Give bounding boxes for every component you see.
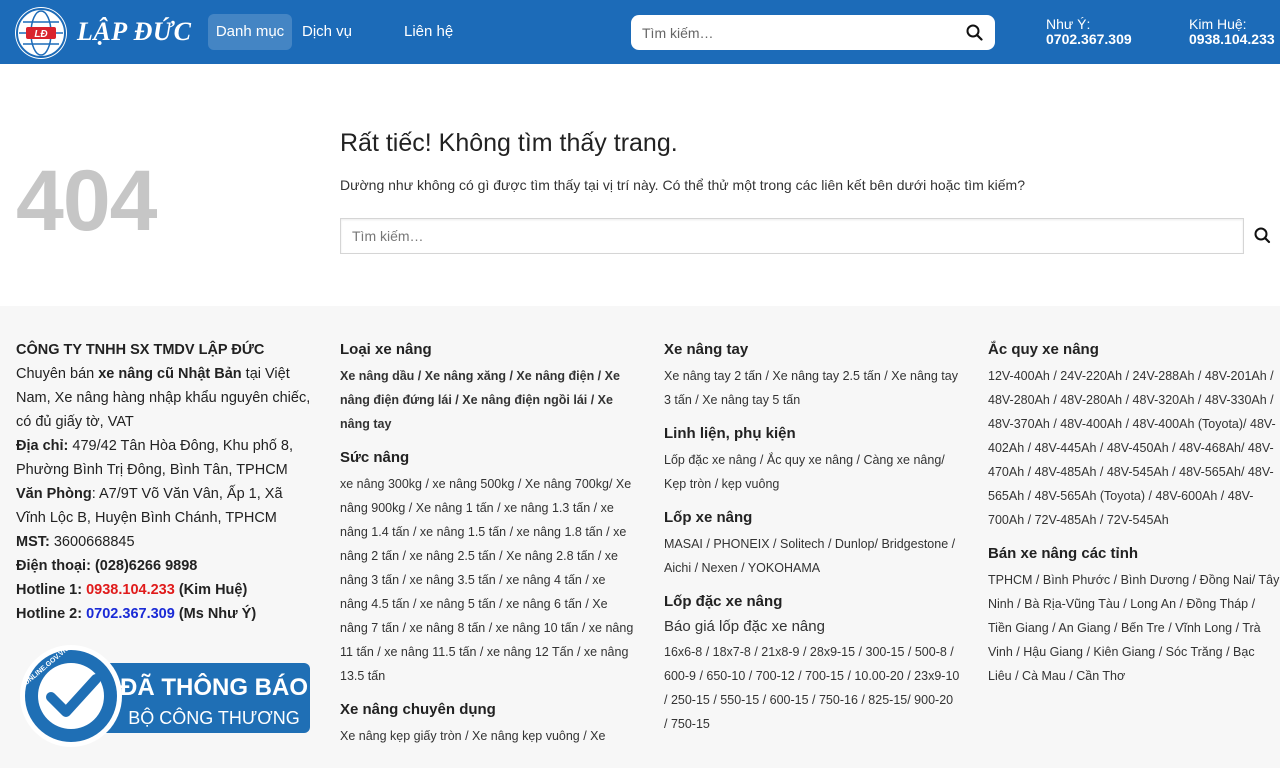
- section-heading: Sức nâng: [340, 449, 410, 466]
- hotline-label: Như Ý:: [1046, 16, 1091, 32]
- link-list[interactable]: 16x6-8 / 18x7-8 / 21x8-9 / 28x9-15 / 300…: [664, 640, 960, 736]
- link-list[interactable]: Xe nâng kẹp giấy tròn / Xe nâng kẹp vuôn…: [340, 724, 636, 748]
- hotline-nhu-y[interactable]: Như Ý: 0702.367.309: [1046, 17, 1132, 47]
- hotline-number: 0702.367.309: [1046, 31, 1132, 47]
- hotline-number: 0938.104.233: [1189, 31, 1275, 47]
- nav-lien-he[interactable]: Liên hệ: [404, 14, 453, 50]
- search-submit-icon[interactable]: [1250, 224, 1274, 248]
- logo-text[interactable]: LẬP ĐỨC: [77, 17, 191, 47]
- footer-column-ac-quy: Ắc quy xe nâng 12V-400Ah / 24V-220Ah / 2…: [988, 340, 1280, 700]
- nav-danh-muc[interactable]: Danh mục: [208, 14, 292, 50]
- link-list[interactable]: Xe nâng tay 2 tấn / Xe nâng tay 2.5 tấn …: [664, 364, 960, 412]
- page-title: Rất tiếc! Không tìm thấy trang.: [340, 129, 678, 157]
- company-intro: Chuyên bán xe nâng cũ Nhật Bản tại Việt …: [16, 366, 311, 430]
- link-list[interactable]: 12V-400Ah / 24V-220Ah / 24V-288Ah / 48V-…: [988, 364, 1280, 532]
- hotline-2-link[interactable]: 0702.367.309: [86, 606, 175, 622]
- header-search-box: [631, 15, 995, 50]
- company-hotline-2: Hotline 2: 0702.367.309 (Ms Như Ý): [16, 606, 257, 622]
- header-search-input[interactable]: [642, 15, 952, 50]
- link-list[interactable]: MASAI / PHONEIX / Solitech / Dunlop/ Bri…: [664, 532, 960, 580]
- footer-column-xe-nang: Loại xe nâng Xe nâng dầu / Xe nâng xăng …: [340, 340, 636, 760]
- link-list[interactable]: Lốp đặc xe nâng / Ắc quy xe nâng / Càng …: [664, 448, 960, 496]
- section-heading: Xe nâng tay: [664, 341, 749, 358]
- registered-badge[interactable]: ONLINE.GOV.VN ĐÃ THÔNG BÁO BỘ CÔNG THƯƠN…: [18, 645, 310, 747]
- company-address: Địa chỉ: 479/42 Tân Hòa Đông, Khu phố 8,…: [16, 438, 294, 478]
- badge-line-1: ĐÃ THÔNG BÁO: [120, 673, 308, 701]
- page-description: Dường như không có gì được tìm thấy tại …: [340, 177, 1026, 193]
- section-heading: Ắc quy xe nâng: [988, 341, 1099, 358]
- page-search-box: [340, 218, 1244, 254]
- search-icon[interactable]: [966, 24, 983, 41]
- section-heading: Xe nâng chuyên dụng: [340, 701, 496, 718]
- company-phone: Điện thoại: (028)6266 9898: [16, 558, 198, 574]
- nav-dich-vu[interactable]: Dịch vụ: [302, 14, 352, 50]
- logo-badge: LĐ: [34, 29, 47, 40]
- badge-line-2: BỘ CÔNG THƯƠNG: [128, 707, 299, 728]
- company-mst: MST: 3600668845: [16, 534, 135, 550]
- company-office: Văn Phòng: A7/9T Võ Văn Vân, Ấp 1, Xã Vĩ…: [16, 486, 283, 526]
- footer-column-phu-kien: Xe nâng tay Xe nâng tay 2 tấn / Xe nâng …: [664, 340, 960, 748]
- section-heading: Loại xe nâng: [340, 341, 432, 358]
- link-list[interactable]: Xe nâng dầu / Xe nâng xăng / Xe nâng điệ…: [340, 364, 636, 436]
- link-list[interactable]: TPHCM / Bình Phước / Bình Dương / Đồng N…: [988, 568, 1280, 688]
- hotline-1-link[interactable]: 0938.104.233: [86, 582, 175, 598]
- company-info: CÔNG TY TNHH SX TMDV LẬP ĐỨC Chuyên bán …: [16, 338, 316, 626]
- error-code: 404: [16, 153, 157, 249]
- link-list[interactable]: xe nâng 300kg / xe nâng 500kg / Xe nâng …: [340, 472, 636, 688]
- hotline-label: Kim Huệ:: [1189, 16, 1247, 32]
- section-heading: Bán xe nâng các tỉnh: [988, 545, 1139, 562]
- section-heading: Lốp xe nâng: [664, 509, 753, 526]
- site-header: LĐ LẬP ĐỨC Danh mục Dịch vụ Liên hệ Như …: [0, 0, 1280, 64]
- section-heading: Lốp đặc xe nâng: [664, 593, 783, 610]
- logo-globe-icon[interactable]: LĐ: [15, 7, 67, 59]
- section-heading: Linh liện, phụ kiện: [664, 425, 796, 442]
- hotline-kim-hue[interactable]: Kim Huệ: 0938.104.233: [1189, 17, 1275, 47]
- company-hotline-1: Hotline 1: 0938.104.233 (Kim Huệ): [16, 582, 248, 598]
- page-search-input[interactable]: [352, 219, 1232, 253]
- section-subheading[interactable]: Báo giá lốp đặc xe nâng: [664, 616, 960, 638]
- company-name: CÔNG TY TNHH SX TMDV LẬP ĐỨC: [16, 342, 265, 358]
